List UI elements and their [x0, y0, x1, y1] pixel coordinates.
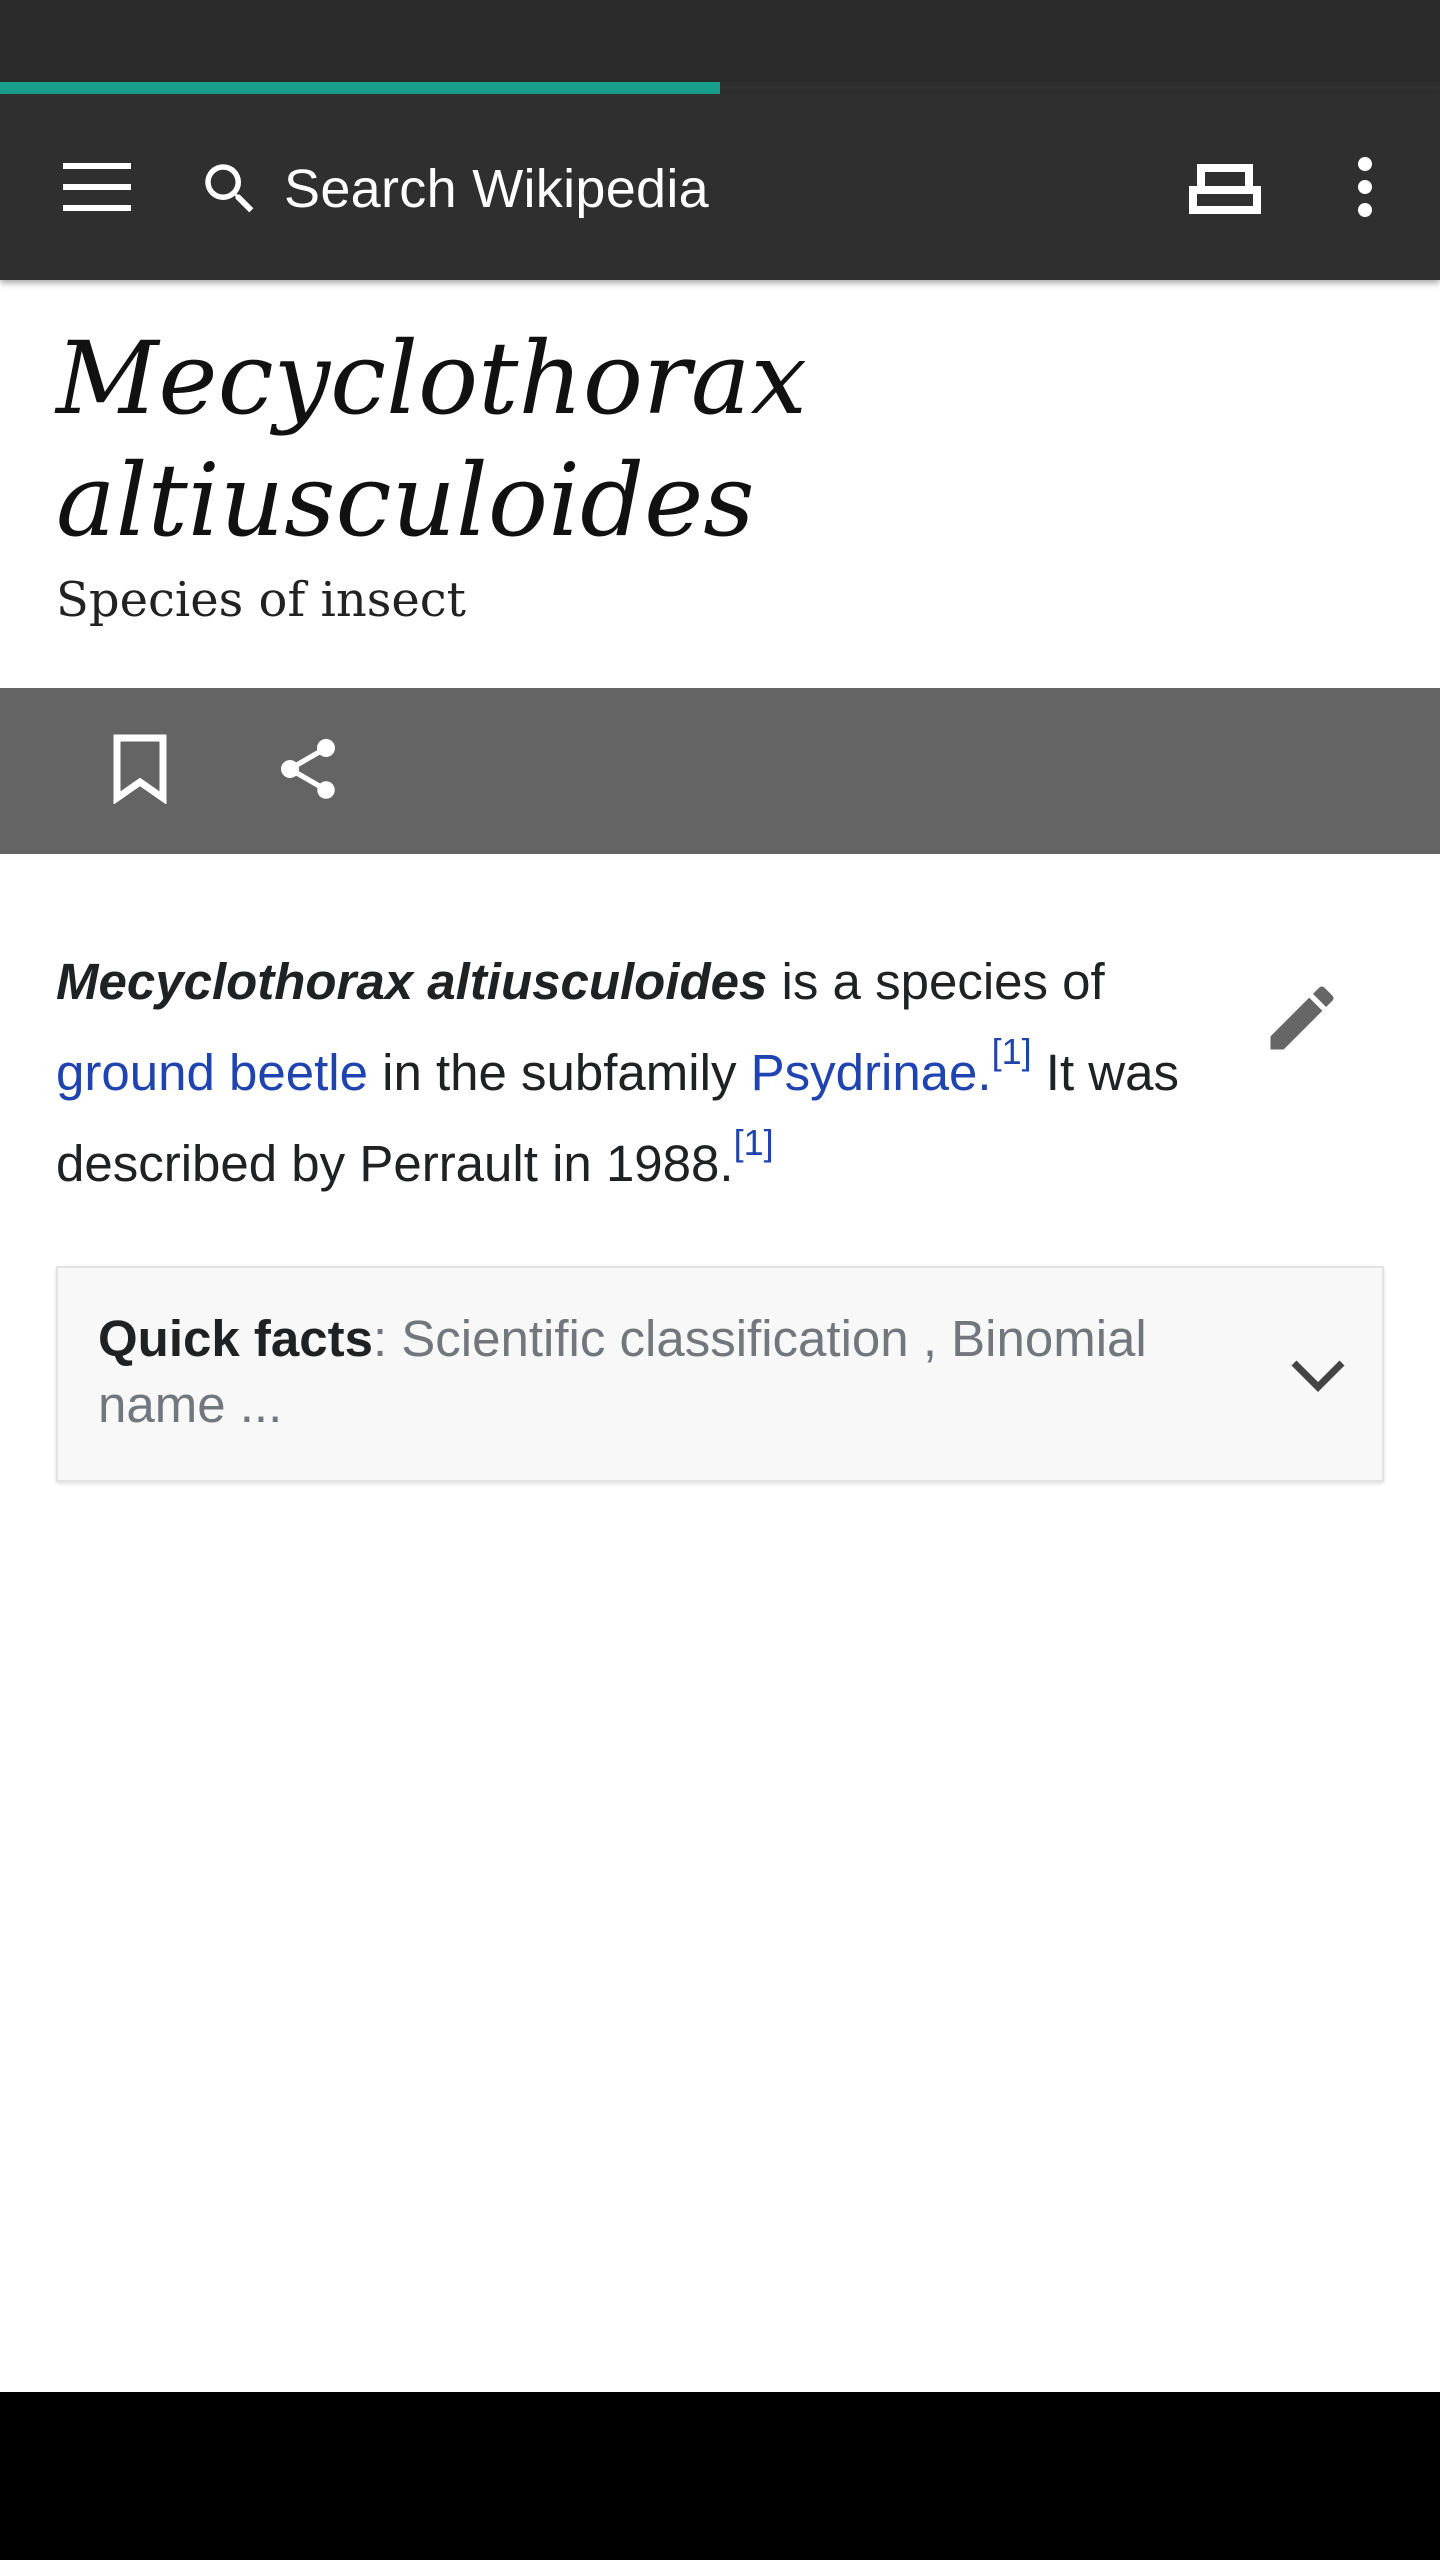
article-lead-paragraph: Mecyclothorax altiusculoides is a specie… [56, 936, 1206, 1209]
quick-facts-text: Quick facts: Scientific classification ,… [98, 1306, 1178, 1438]
tabs-icon [1187, 159, 1263, 220]
reference-link-1[interactable]: [1] [992, 1031, 1032, 1072]
page-description: Species of insect [56, 572, 466, 628]
share-button[interactable] [258, 721, 358, 821]
edit-pencil-icon [1260, 976, 1344, 1065]
link-psydrinae[interactable]: Psydrinae. [751, 1044, 992, 1101]
page-load-progress-fill [0, 82, 720, 94]
status-bar [0, 0, 1440, 82]
reference-link-2[interactable]: [1] [734, 1122, 774, 1163]
page-load-progress-bar [0, 82, 1440, 94]
menu-button[interactable] [52, 144, 142, 234]
quick-facts-collapsible[interactable]: Quick facts: Scientific classification ,… [56, 1266, 1384, 1482]
bookmark-icon [111, 734, 169, 809]
article-header: Mecyclothorax altiusculoides Species of … [56, 318, 1376, 628]
lead-text-2: in the subfamily [367, 1044, 751, 1101]
chevron-down-icon [1268, 1326, 1368, 1426]
article-subject-term: Mecyclothorax altiusculoides [56, 953, 768, 1010]
article-action-bar [0, 688, 1440, 854]
search-bar[interactable]: Search Wikipedia [190, 134, 990, 244]
hamburger-menu-icon [63, 161, 131, 218]
search-placeholder: Search Wikipedia [284, 159, 709, 219]
link-ground-beetle[interactable]: ground beetle [56, 1044, 368, 1101]
tabs-button[interactable] [1170, 134, 1280, 244]
lead-text-1: is a species of [767, 953, 1105, 1010]
share-icon [272, 733, 344, 810]
page-title: Mecyclothorax altiusculoides [56, 320, 807, 559]
quick-facts-label: Quick facts [98, 1310, 373, 1367]
system-navigation-bar [0, 2392, 1440, 2560]
save-bookmark-button[interactable] [90, 721, 190, 821]
more-vert-icon [1356, 156, 1374, 223]
more-options-button[interactable] [1320, 134, 1410, 244]
edit-section-button[interactable] [1252, 970, 1352, 1070]
search-icon [190, 149, 270, 229]
top-toolbar: Search Wikipedia [0, 94, 1440, 280]
